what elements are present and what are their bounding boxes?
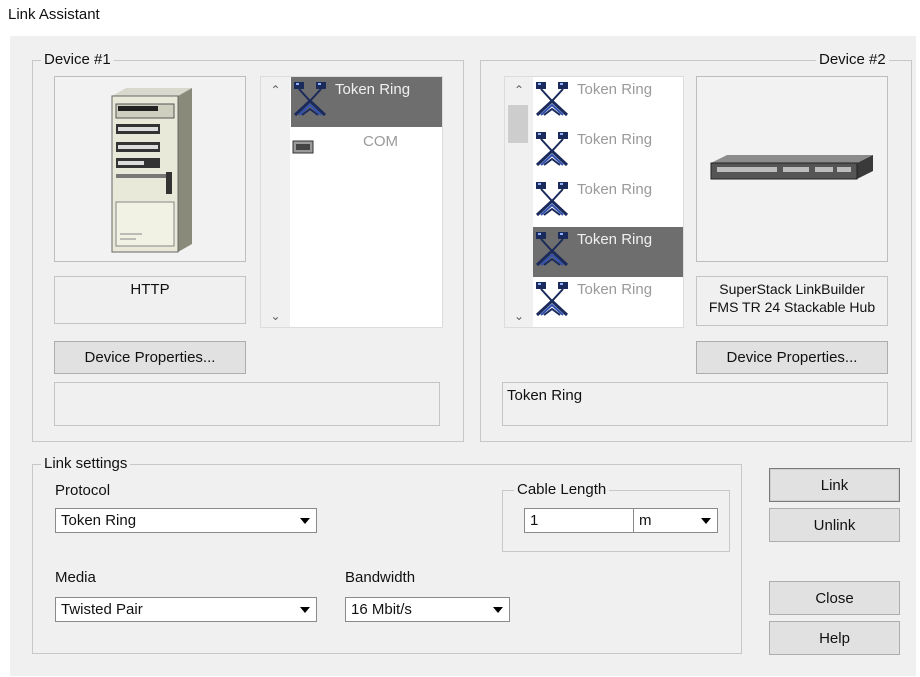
port-label: Token Ring bbox=[577, 131, 653, 148]
cable-length-legend: Cable Length bbox=[514, 481, 610, 499]
port-label: Token Ring bbox=[577, 181, 653, 198]
token-ring-icon bbox=[534, 80, 570, 117]
device1-port-list[interactable]: ⌃ ⌄ Token Ring COM bbox=[260, 76, 443, 328]
device1-legend: Device #1 bbox=[41, 51, 114, 69]
device2-legend: Device #2 bbox=[816, 51, 889, 69]
device1-port-item-token-ring[interactable]: Token Ring bbox=[291, 77, 442, 127]
device1-port-item-com[interactable]: COM bbox=[291, 129, 442, 169]
bandwidth-value: 16 Mbit/s bbox=[351, 601, 412, 618]
device1-port-scrollbar[interactable]: ⌃ ⌄ bbox=[261, 77, 290, 327]
protocol-value: Token Ring bbox=[61, 512, 137, 529]
device2-port-scrollbar[interactable]: ⌃ ⌄ bbox=[505, 77, 533, 327]
device2-port-item[interactable]: Token Ring bbox=[533, 177, 683, 227]
device2-properties-button[interactable]: Device Properties... bbox=[696, 341, 888, 374]
network-switch-icon bbox=[710, 155, 873, 180]
token-ring-icon bbox=[534, 230, 570, 267]
scroll-up-icon[interactable]: ⌃ bbox=[261, 83, 290, 97]
token-ring-icon bbox=[292, 80, 328, 117]
protocol-select[interactable]: Token Ring bbox=[55, 508, 317, 533]
device1-properties-button[interactable]: Device Properties... bbox=[54, 341, 246, 374]
help-button[interactable]: Help bbox=[769, 621, 900, 655]
token-ring-icon bbox=[534, 180, 570, 217]
device2-status: Token Ring bbox=[507, 387, 583, 404]
device2-port-item-selected[interactable]: Token Ring bbox=[533, 227, 683, 277]
protocol-label: Protocol bbox=[55, 482, 111, 499]
close-button[interactable]: Close bbox=[769, 581, 900, 615]
chevron-down-icon[interactable] bbox=[489, 600, 507, 619]
port-label: COM bbox=[363, 133, 398, 150]
device1-name: HTTP bbox=[130, 281, 170, 298]
port-label: Token Ring bbox=[577, 231, 653, 248]
scroll-down-icon[interactable]: ⌄ bbox=[261, 309, 290, 323]
window-title: Link Assistant bbox=[8, 6, 100, 23]
port-label: Token Ring bbox=[577, 281, 653, 298]
server-tower-icon bbox=[111, 88, 192, 253]
scroll-down-icon[interactable]: ⌄ bbox=[505, 309, 533, 323]
device1-name-box: HTTP bbox=[54, 276, 246, 324]
device2-port-item[interactable]: Token Ring bbox=[533, 127, 683, 177]
cable-length-value: 1 bbox=[530, 512, 539, 529]
scroll-thumb[interactable] bbox=[508, 105, 528, 143]
link-button[interactable]: Link bbox=[769, 468, 900, 502]
chevron-down-icon[interactable] bbox=[697, 511, 715, 530]
media-label: Media bbox=[55, 569, 96, 586]
token-ring-icon bbox=[534, 130, 570, 167]
dialog-body: Device #1 HTTP ⌃ ⌄ Token Ring COM Device… bbox=[10, 36, 916, 676]
scroll-up-icon[interactable]: ⌃ bbox=[505, 83, 533, 97]
media-value: Twisted Pair bbox=[61, 601, 143, 618]
device2-port-list[interactable]: ⌃ ⌄ Token Ring Token Ring Token Ring Tok… bbox=[504, 76, 684, 328]
token-ring-icon bbox=[534, 280, 570, 317]
chevron-down-icon[interactable] bbox=[296, 511, 314, 530]
media-select[interactable]: Twisted Pair bbox=[55, 597, 317, 622]
device2-name: SuperStack LinkBuilder FMS TR 24 Stackab… bbox=[708, 281, 876, 315]
device2-port-item[interactable]: Token Ring bbox=[533, 277, 683, 327]
serial-port-icon bbox=[292, 140, 314, 154]
device2-port-item[interactable]: Token Ring bbox=[533, 77, 683, 127]
cable-unit-select[interactable]: m bbox=[633, 508, 718, 533]
device2-name-box: SuperStack LinkBuilder FMS TR 24 Stackab… bbox=[696, 276, 888, 326]
device1-status-box bbox=[54, 382, 440, 426]
link-settings-legend: Link settings bbox=[41, 455, 131, 473]
bandwidth-select[interactable]: 16 Mbit/s bbox=[345, 597, 510, 622]
bandwidth-label: Bandwidth bbox=[345, 569, 416, 586]
port-label: Token Ring bbox=[577, 81, 653, 98]
device2-image bbox=[696, 76, 888, 262]
port-label: Token Ring bbox=[335, 81, 411, 98]
cable-unit-value: m bbox=[639, 512, 652, 529]
device2-status-box: Token Ring bbox=[502, 382, 888, 426]
chevron-down-icon[interactable] bbox=[296, 600, 314, 619]
unlink-button[interactable]: Unlink bbox=[769, 508, 900, 542]
device1-image bbox=[54, 76, 246, 262]
cable-length-input[interactable]: 1 bbox=[524, 508, 634, 533]
